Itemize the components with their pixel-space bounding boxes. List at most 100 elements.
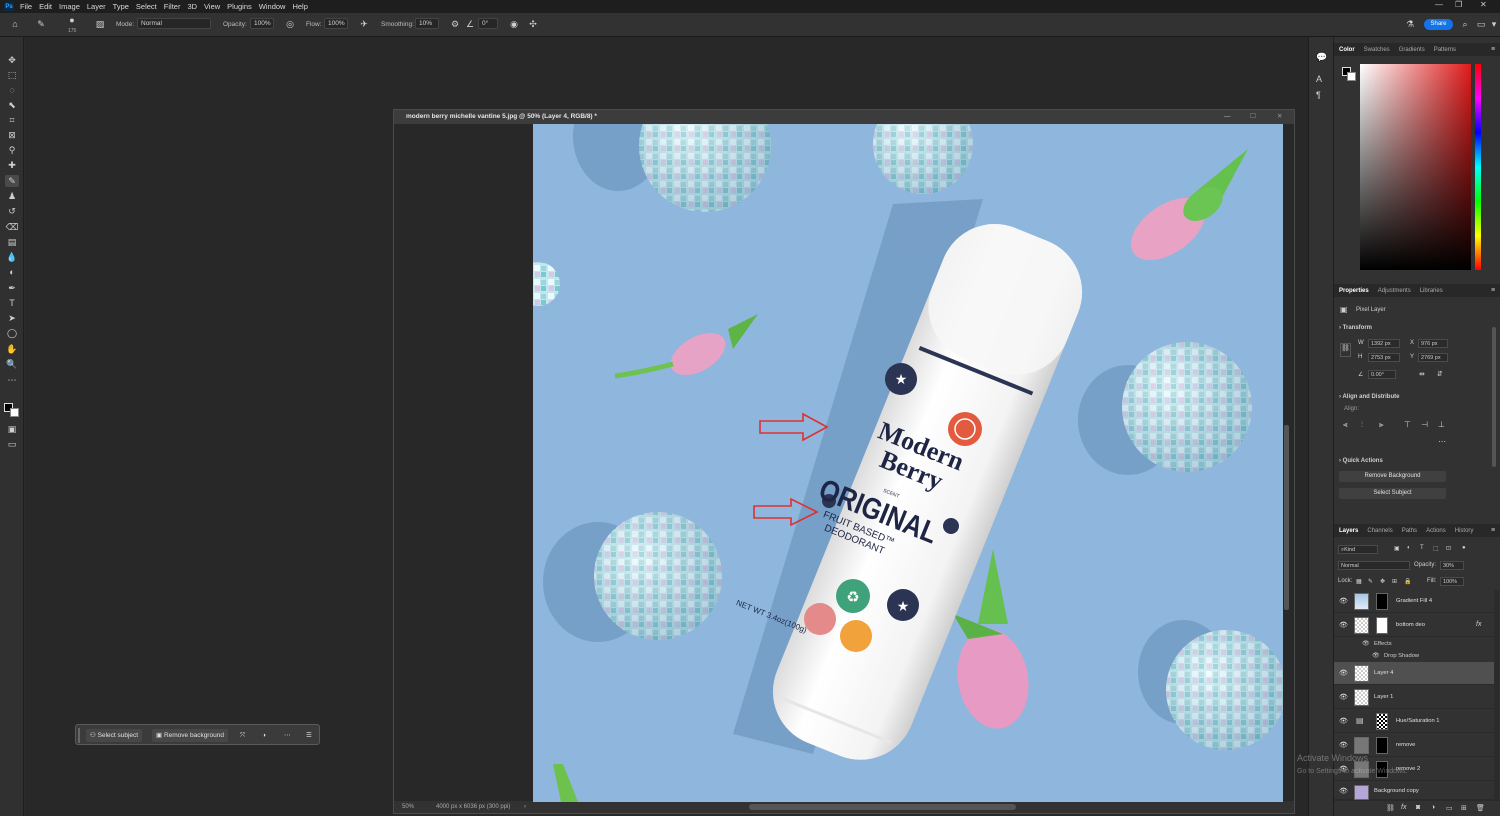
- workspace-icon[interactable]: ▭: [1476, 19, 1486, 29]
- tab-gradients[interactable]: Gradients: [1399, 47, 1425, 53]
- delete-layer-icon[interactable]: 🗑: [1476, 804, 1485, 812]
- drag-handle[interactable]: [78, 728, 80, 743]
- paragraph-icon[interactable]: ¶: [1316, 90, 1321, 100]
- filter-toggle-icon[interactable]: ●: [1462, 545, 1466, 551]
- tab-actions[interactable]: Actions: [1426, 528, 1446, 534]
- home-icon[interactable]: ⌂: [10, 19, 20, 29]
- layer-filter-dropdown[interactable]: ⌕Kind: [1338, 545, 1378, 554]
- align-center-h-icon[interactable]: ⫶: [1361, 420, 1363, 430]
- blend-mode-dropdown[interactable]: Normal: [1338, 561, 1410, 570]
- height-input[interactable]: 2753 px: [1368, 353, 1400, 362]
- lock-position-icon[interactable]: ✥: [1380, 578, 1385, 585]
- more-align-icon[interactable]: ⋯: [1438, 437, 1446, 446]
- tab-layers[interactable]: Layers: [1339, 528, 1358, 534]
- smoothing-input[interactable]: 10%: [415, 18, 439, 29]
- menu-edit[interactable]: Edit: [39, 2, 52, 11]
- lock-artboard-icon[interactable]: ⊞: [1392, 578, 1397, 585]
- screen-mode-icon[interactable]: ▭: [5, 438, 19, 450]
- filter-smart-icon[interactable]: ⊡: [1446, 545, 1451, 552]
- path-selection-tool-icon[interactable]: ➤: [5, 312, 19, 324]
- eyedropper-tool-icon[interactable]: ⚲: [5, 144, 19, 156]
- horizontal-scrollbar[interactable]: [749, 804, 1016, 810]
- layer-opacity-input[interactable]: 30%: [1440, 561, 1464, 570]
- pen-tool-icon[interactable]: ✒: [5, 282, 19, 294]
- quick-actions-heading[interactable]: › Quick Actions: [1339, 458, 1383, 464]
- brush-preset-icon[interactable]: ●: [67, 15, 77, 25]
- align-bottom-icon[interactable]: ⊥: [1438, 420, 1445, 429]
- eraser-tool-icon[interactable]: ⌫: [5, 221, 19, 233]
- tab-swatches[interactable]: Swatches: [1364, 47, 1390, 53]
- airbrush-icon[interactable]: ✈: [359, 19, 369, 29]
- brush-tool-icon[interactable]: ✎: [5, 175, 19, 187]
- y-input[interactable]: 2769 px: [1418, 353, 1448, 362]
- add-style-icon[interactable]: fx: [1401, 804, 1406, 811]
- hue-slider[interactable]: [1475, 64, 1481, 270]
- tab-adjustments[interactable]: Adjustments: [1378, 288, 1411, 294]
- menu-type[interactable]: Type: [113, 2, 129, 11]
- tab-color[interactable]: Color: [1339, 47, 1355, 53]
- gradient-tool-icon[interactable]: ▤: [5, 236, 19, 248]
- tab-properties[interactable]: Properties: [1339, 288, 1369, 294]
- type-tool-icon[interactable]: T: [5, 297, 19, 309]
- history-brush-tool-icon[interactable]: ↺: [5, 205, 19, 217]
- remove-background-button[interactable]: ▣ Remove background: [152, 729, 228, 742]
- hand-tool-icon[interactable]: ✋: [5, 343, 19, 355]
- effects-row[interactable]: 👁 Effects: [1334, 638, 1494, 650]
- align-right-icon[interactable]: ⫸: [1379, 420, 1384, 430]
- filter-adjustment-icon[interactable]: ◐: [1407, 545, 1411, 551]
- link-icon[interactable]: ⛓: [1340, 343, 1351, 357]
- lock-image-icon[interactable]: ✎: [1368, 578, 1373, 585]
- angle-input[interactable]: 0°: [478, 18, 498, 29]
- visibility-eye-icon[interactable]: 👁: [1339, 717, 1348, 725]
- layer-row[interactable]: 👁 Gradient Fill 4: [1334, 590, 1494, 613]
- layers-menu-icon[interactable]: ≡: [1491, 527, 1495, 534]
- zoom-tool-icon[interactable]: 🔍: [5, 358, 19, 370]
- angle-icon[interactable]: ∠: [465, 19, 475, 29]
- marquee-tool-icon[interactable]: ⬚: [5, 69, 19, 81]
- clone-stamp-tool-icon[interactable]: ♟: [5, 190, 19, 202]
- visibility-eye-icon[interactable]: 👁: [1339, 597, 1348, 605]
- properties-menu-icon[interactable]: ≡: [1491, 287, 1495, 294]
- visibility-eye-icon[interactable]: 👁: [1339, 787, 1348, 795]
- layer-row[interactable]: 👁 Layer 1: [1334, 686, 1494, 709]
- transform-heading[interactable]: › Transform: [1339, 325, 1372, 331]
- shape-tool-icon[interactable]: ◯: [5, 327, 19, 339]
- lock-transparency-icon[interactable]: ▦: [1356, 578, 1362, 585]
- color-panel-menu-icon[interactable]: ≡: [1491, 46, 1495, 53]
- color-field[interactable]: [1360, 64, 1471, 270]
- fill-input[interactable]: 100%: [1440, 577, 1464, 586]
- background-color-swatch[interactable]: [10, 408, 19, 417]
- menu-3d[interactable]: 3D: [187, 2, 197, 11]
- frame-tool-icon[interactable]: ⊠: [5, 129, 19, 141]
- filter-shape-icon[interactable]: ⬚: [1433, 545, 1439, 552]
- brush-tool-icon[interactable]: ✎: [36, 19, 46, 29]
- new-group-icon[interactable]: ▭: [1446, 804, 1453, 812]
- select-subject-quick-button[interactable]: Select Subject: [1339, 488, 1446, 499]
- visibility-eye-icon[interactable]: 👁: [1339, 693, 1348, 701]
- gear-icon[interactable]: ⚙: [450, 19, 460, 29]
- align-middle-v-icon[interactable]: ⊣: [1421, 420, 1428, 429]
- visibility-eye-icon[interactable]: 👁: [1339, 741, 1348, 749]
- tab-patterns[interactable]: Patterns: [1434, 47, 1456, 53]
- move-tool-icon[interactable]: ✥: [5, 54, 19, 66]
- visibility-eye-icon[interactable]: 👁: [1339, 621, 1348, 629]
- layer-row[interactable]: 👁 ▤ Hue/Saturation 1: [1334, 710, 1494, 733]
- flip-horizontal-icon[interactable]: ⇹: [1419, 370, 1425, 378]
- restore-icon[interactable]: ❐: [1455, 0, 1462, 9]
- menu-filter[interactable]: Filter: [164, 2, 181, 11]
- menu-layer[interactable]: Layer: [87, 2, 106, 11]
- vertical-scrollbar[interactable]: [1284, 425, 1289, 610]
- quick-mask-icon[interactable]: ▣: [5, 423, 19, 435]
- adjustment-icon[interactable]: ◑: [258, 729, 270, 742]
- angle-input[interactable]: 0.00°: [1368, 370, 1396, 379]
- drop-shadow-row[interactable]: 👁 Drop Shadow: [1334, 650, 1494, 662]
- layer-row[interactable]: 👁 bottom deo fx: [1334, 614, 1494, 637]
- menu-select[interactable]: Select: [136, 2, 157, 11]
- menu-plugins[interactable]: Plugins: [227, 2, 252, 11]
- link-layers-icon[interactable]: ⛓: [1386, 804, 1395, 812]
- minimize-icon[interactable]: —: [1435, 0, 1443, 9]
- canvas-image[interactable]: ★ ♻ ★ Modern Berry SCENT ORIGINAL FRUIT …: [533, 124, 1283, 802]
- pressure-opacity-icon[interactable]: ◎: [285, 19, 295, 29]
- transform-icon[interactable]: ⤧: [236, 729, 249, 742]
- align-top-icon[interactable]: ⊤: [1404, 420, 1411, 429]
